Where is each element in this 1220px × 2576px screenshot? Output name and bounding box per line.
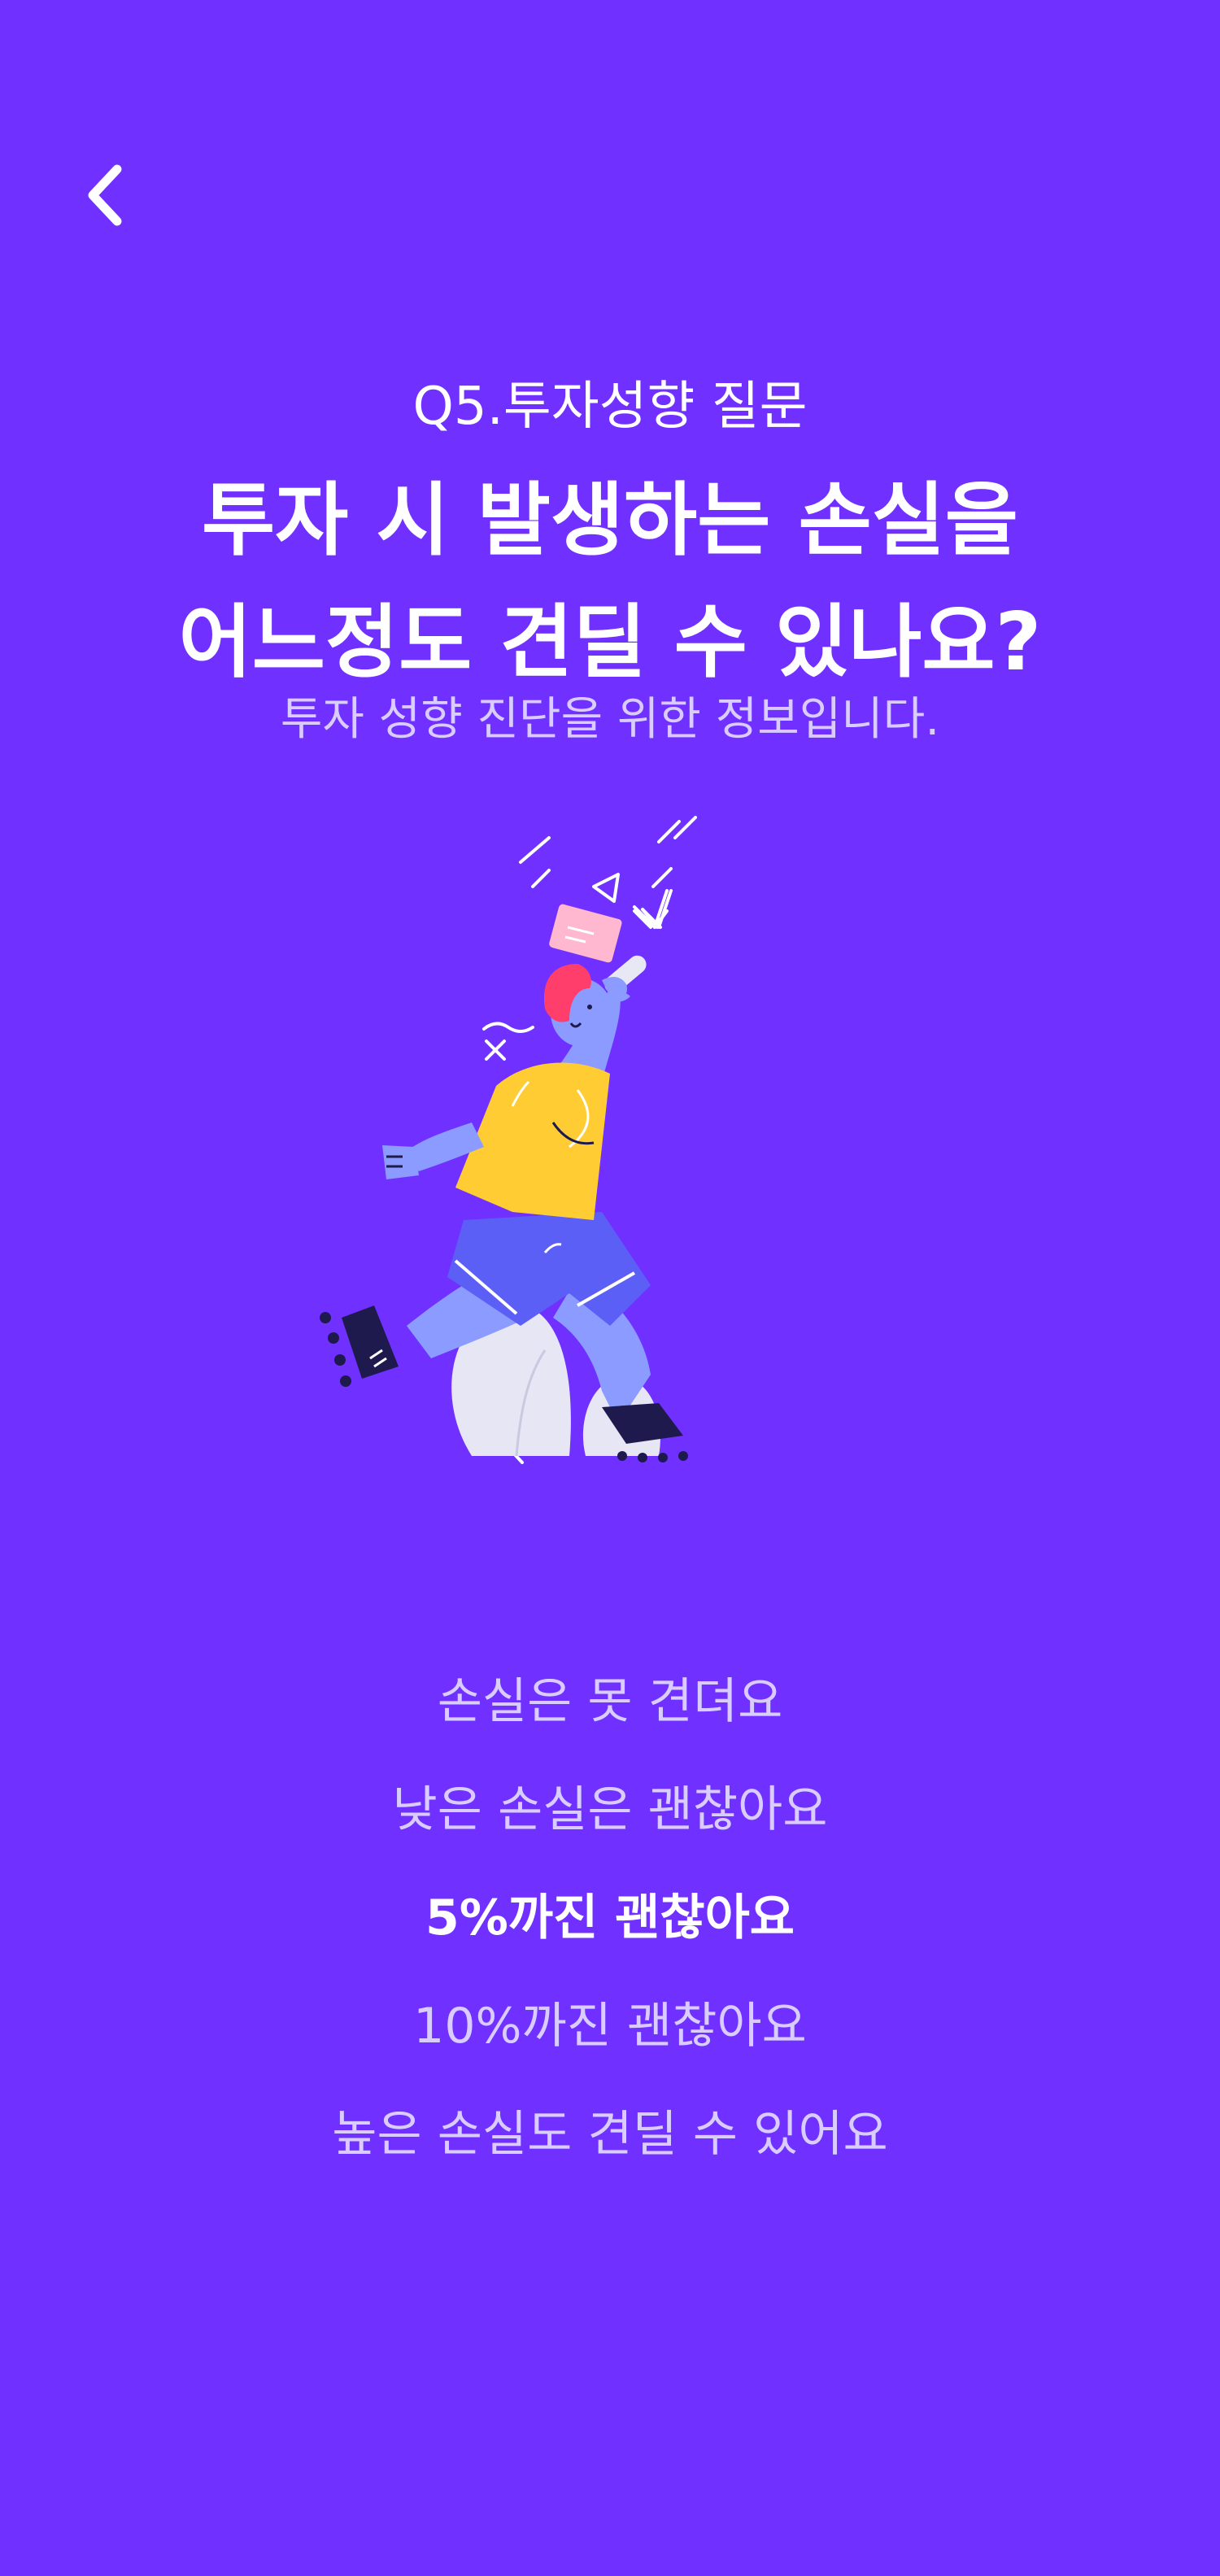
option-cannot-bear-loss[interactable]: 손실은 못 견뎌요 [0,1643,1220,1751]
question-title: 투자 시 발생하는 손실을 어느정도 견딜 수 있나요? [0,460,1220,704]
option-10-percent-ok[interactable]: 10%까진 괜찮아요 [0,1968,1220,2076]
person-on-rollerskates-illustration [320,816,697,1464]
option-low-loss-ok[interactable]: 낮은 손실은 괜찮아요 [0,1751,1220,1859]
option-5-percent-ok[interactable]: 5%까진 괜찮아요 [0,1859,1220,1968]
option-high-loss-ok[interactable]: 높은 손실도 견딜 수 있어요 [0,2076,1220,2184]
chevron-left-icon [88,164,122,226]
question-title-line-1: 투자 시 발생하는 손실을 [202,474,1018,567]
back-button[interactable] [65,155,146,236]
question-number-label: Q5.투자성향 질문 [412,377,808,437]
question-subtitle: 투자 성향 진단을 위한 정보입니다. [280,693,940,746]
question-title-line-2: 어느정도 견딜 수 있나요? [178,596,1042,689]
answer-options-list: 손실은 못 견뎌요 낮은 손실은 괜찮아요 5%까진 괜찮아요 10%까진 괜찮… [0,1643,1220,2184]
investment-question-screen: Q5.투자성향 질문 투자 시 발생하는 손실을 어느정도 견딜 수 있나요? … [0,0,1220,2576]
